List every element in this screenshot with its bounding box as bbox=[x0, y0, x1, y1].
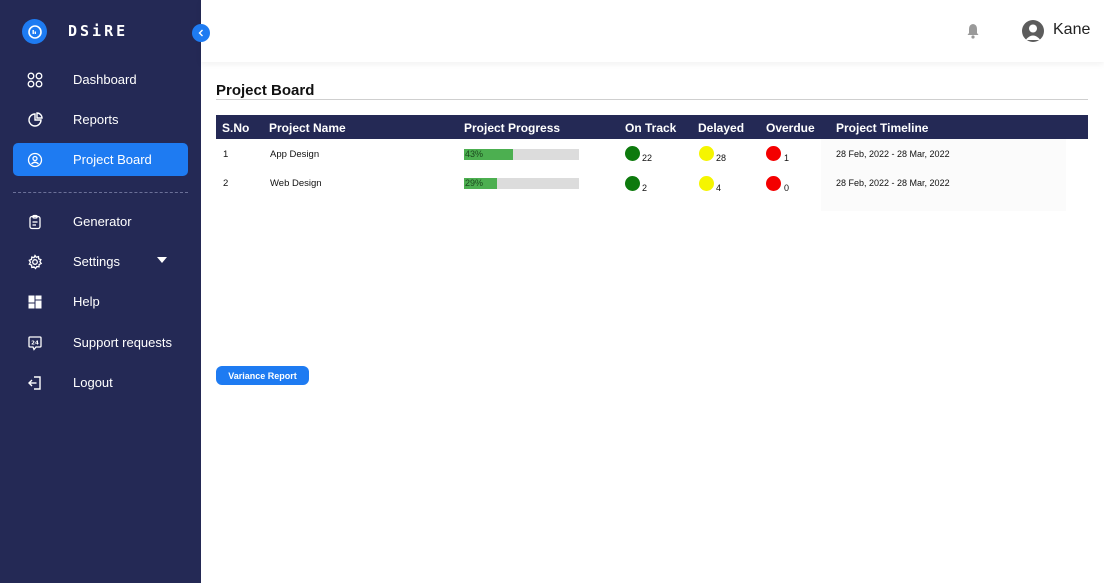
progress-bar: 29% bbox=[464, 178, 579, 189]
sidebar-item-support-requests[interactable]: 24 Support requests bbox=[13, 326, 188, 359]
grid-icon bbox=[26, 71, 43, 88]
sidebar-item-generator[interactable]: Generator bbox=[13, 205, 188, 238]
pie-chart-icon bbox=[26, 111, 43, 128]
top-bar: Kane bbox=[201, 0, 1104, 62]
page-title: Project Board bbox=[216, 82, 315, 99]
on-track-count: 2 bbox=[642, 183, 648, 193]
sidebar: DSiRE Dashboard Reports Project Board Ge… bbox=[0, 0, 201, 583]
sidebar-item-reports[interactable]: Reports bbox=[13, 103, 188, 136]
user-name[interactable]: Kane bbox=[1053, 21, 1090, 39]
table-row[interactable]: 1 App Design 43% 22 28 1 28 Feb, 2022 - … bbox=[216, 115, 1088, 163]
bell-icon[interactable] bbox=[966, 23, 980, 39]
variance-report-button[interactable]: Variance Report bbox=[216, 366, 309, 385]
delayed-count: 4 bbox=[716, 183, 722, 193]
brand-name: DSiRE bbox=[68, 22, 129, 40]
svg-text:24: 24 bbox=[31, 340, 39, 346]
user-badge-icon bbox=[26, 151, 43, 168]
cell-timeline: 28 Feb, 2022 - 28 Mar, 2022 bbox=[836, 178, 950, 188]
chevron-left-icon bbox=[198, 29, 203, 37]
overdue-count: 0 bbox=[784, 183, 790, 193]
chevron-down-icon[interactable] bbox=[157, 257, 167, 263]
title-divider bbox=[216, 99, 1088, 100]
sidebar-item-label: Help bbox=[73, 294, 100, 309]
sidebar-divider bbox=[13, 192, 188, 193]
sidebar-item-logout[interactable]: Logout bbox=[13, 366, 188, 399]
progress-label: 29% bbox=[465, 178, 484, 188]
sidebar-item-help[interactable]: Help bbox=[13, 285, 188, 318]
24h-support-icon: 24 bbox=[26, 334, 43, 351]
cell-sno: 2 bbox=[223, 178, 229, 189]
delayed-indicator bbox=[699, 176, 714, 191]
sidebar-item-label: Dashboard bbox=[73, 72, 137, 87]
table-row[interactable]: 2 Web Design 29% 2 4 0 28 Feb, 2022 - 28… bbox=[216, 144, 1088, 193]
gear-icon bbox=[26, 253, 43, 270]
sidebar-collapse-button[interactable] bbox=[192, 24, 210, 42]
sidebar-item-label: Support requests bbox=[73, 335, 173, 350]
sidebar-item-label: Settings bbox=[73, 254, 120, 269]
cell-project-name[interactable]: Web Design bbox=[270, 178, 322, 189]
overdue-indicator bbox=[766, 176, 781, 191]
user-avatar-icon[interactable] bbox=[1022, 20, 1044, 42]
on-track-indicator bbox=[625, 176, 640, 191]
sidebar-item-label: Generator bbox=[73, 214, 132, 229]
sidebar-item-project-board[interactable]: Project Board bbox=[13, 143, 188, 176]
clipboard-icon bbox=[26, 213, 43, 230]
brand: DSiRE bbox=[0, 0, 201, 62]
brand-logo-icon[interactable] bbox=[22, 19, 47, 44]
sidebar-item-settings[interactable]: Settings bbox=[13, 245, 188, 278]
sidebar-item-dashboard[interactable]: Dashboard bbox=[13, 63, 188, 96]
tiles-icon bbox=[26, 293, 43, 310]
logout-icon bbox=[26, 374, 43, 391]
sidebar-item-label: Project Board bbox=[73, 152, 152, 167]
sidebar-item-label: Logout bbox=[73, 375, 113, 390]
sidebar-item-label: Reports bbox=[73, 112, 119, 127]
